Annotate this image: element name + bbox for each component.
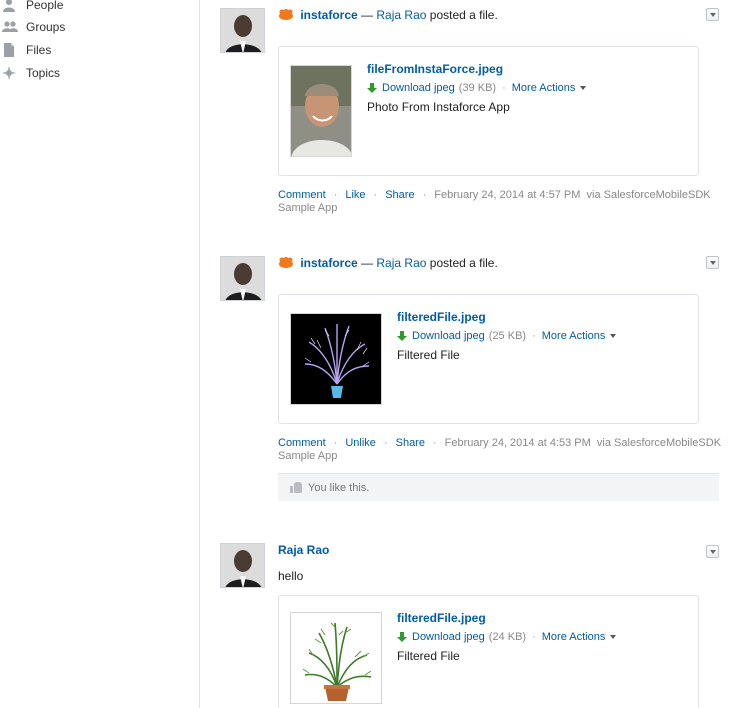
unlike-link[interactable]: Unlike (345, 437, 376, 449)
file-name-link[interactable]: filteredFile.jpeg (397, 611, 486, 625)
post-timestamp[interactable]: February 24, 2014 at 4:53 PM (445, 437, 591, 449)
post-menu-button[interactable] (706, 8, 719, 21)
post-body: hello (278, 569, 304, 583)
comment-link[interactable]: Comment (278, 437, 326, 449)
thumbs-up-icon (290, 482, 302, 493)
sidebar-item-label: Topics (26, 66, 61, 80)
post-header: Raja Rao (278, 543, 329, 557)
like-link[interactable]: Like (345, 189, 365, 201)
file-thumbnail[interactable] (290, 65, 352, 157)
download-link[interactable]: Download jpeg (412, 631, 485, 643)
post-timestamp[interactable]: February 24, 2014 at 4:57 PM (434, 189, 580, 201)
sidebar-item-people[interactable]: People (2, 0, 63, 14)
post-header: instaforce — Raja Rao posted a file. (278, 256, 498, 270)
sidebar-item-label: Files (26, 43, 52, 57)
feed-item: instaforce — Raja Rao posted a file. fil… (220, 256, 721, 506)
download-icon (397, 631, 407, 643)
sidebar-item-groups[interactable]: Groups (2, 18, 65, 36)
download-link[interactable]: Download jpeg (412, 330, 485, 342)
author-link[interactable]: Raja Rao (376, 8, 426, 22)
chevron-down-icon[interactable] (610, 334, 617, 338)
sidebar-item-label: People (26, 0, 64, 12)
file-attachment: filteredFile.jpeg Download jpeg (24 KB) … (278, 595, 699, 708)
separator: — (361, 8, 374, 22)
avatar[interactable] (220, 543, 265, 588)
app-name-link[interactable]: instaforce (300, 256, 357, 270)
comment-link[interactable]: Comment (278, 189, 326, 201)
download-icon (367, 82, 377, 94)
file-size: (39 KB) (458, 82, 497, 94)
separator: · (532, 631, 536, 643)
author-link[interactable]: Raja Rao (278, 543, 329, 557)
more-actions-link[interactable]: More Actions (542, 330, 606, 342)
post-menu-button[interactable] (706, 545, 719, 558)
avatar[interactable] (220, 8, 265, 53)
download-link[interactable]: Download jpeg (382, 82, 455, 94)
avatar[interactable] (220, 256, 265, 301)
chevron-down-icon[interactable] (610, 635, 617, 639)
separator: — (361, 256, 374, 270)
sidebar-item-label: Groups (26, 20, 66, 34)
groups-icon (2, 20, 18, 34)
sidebar-item-files[interactable]: Files (2, 41, 51, 59)
app-logo-icon (278, 9, 294, 20)
post-actions: Comment · Unlike · Share · February 24, 2014 a… (278, 437, 722, 462)
sidebar-item-topics[interactable]: Topics (2, 64, 60, 82)
file-size: (24 KB) (488, 631, 527, 643)
file-actions: Download jpeg (39 KB) · More Actions (367, 82, 587, 94)
file-size: (25 KB) (488, 330, 527, 342)
sidebar: People Groups Files Topics (0, 0, 200, 708)
likes-summary: You like this. (278, 473, 719, 501)
post-verb: posted a file. (429, 8, 498, 22)
file-attachment: fileFromInstaForce.jpeg Download jpeg (3… (278, 46, 699, 176)
file-attachment: filteredFile.jpeg Download jpeg (25 KB) … (278, 294, 699, 424)
chevron-down-icon[interactable] (580, 86, 587, 90)
file-thumbnail[interactable] (290, 612, 382, 704)
person-icon (2, 0, 18, 12)
app-name-link[interactable]: instaforce (300, 8, 357, 22)
file-description: Filtered File (397, 649, 460, 663)
author-link[interactable]: Raja Rao (376, 256, 426, 270)
file-name-link[interactable]: fileFromInstaForce.jpeg (367, 62, 503, 76)
file-thumbnail[interactable] (290, 313, 382, 405)
more-actions-link[interactable]: More Actions (542, 631, 606, 643)
file-description: Filtered File (397, 348, 460, 362)
more-actions-link[interactable]: More Actions (512, 82, 576, 94)
feed-item: instaforce — Raja Rao posted a file. fil… (220, 8, 720, 228)
post-verb: posted a file. (429, 256, 498, 270)
share-link[interactable]: Share (396, 437, 425, 449)
topics-icon (2, 66, 18, 80)
app-logo-icon (278, 257, 294, 268)
post-actions: Comment · Like · Share · February 24, 2014 at … (278, 189, 711, 214)
download-icon (397, 330, 407, 342)
separator: · (532, 330, 536, 342)
post-header: instaforce — Raja Rao posted a file. (278, 8, 498, 22)
file-name-link[interactable]: filteredFile.jpeg (397, 310, 486, 324)
file-icon (2, 43, 18, 57)
separator: · (502, 82, 506, 94)
you-like-text: You like this. (308, 481, 370, 494)
share-link[interactable]: Share (385, 189, 414, 201)
post-menu-button[interactable] (706, 256, 719, 269)
feed-item: Raja Rao hello filteredFile.jpeg Downloa… (220, 543, 720, 708)
file-description: Photo From Instaforce App (367, 100, 510, 114)
file-actions: Download jpeg (25 KB) · More Actions (397, 330, 617, 342)
file-actions: Download jpeg (24 KB) · More Actions (397, 631, 617, 643)
